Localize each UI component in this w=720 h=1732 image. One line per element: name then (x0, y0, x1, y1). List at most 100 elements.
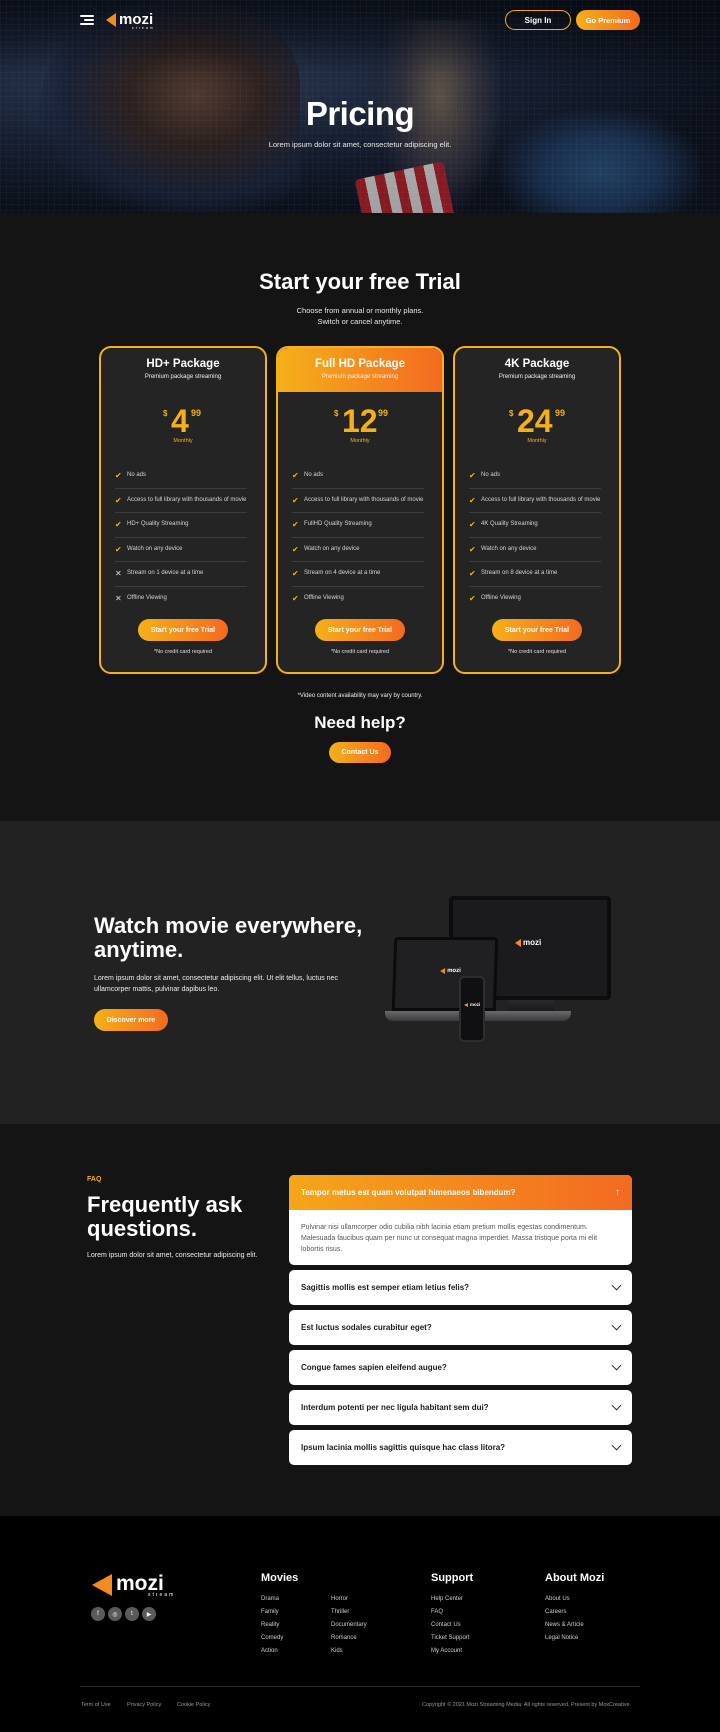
header-logo[interactable]: mozi stream (106, 12, 153, 30)
price-period: Monthly (527, 438, 547, 444)
logo-text: mozi (116, 1572, 164, 1595)
feature-item: ✔ HD+ Quality Streaming (115, 513, 247, 538)
start-trial-button[interactable]: Start your free Trial (138, 619, 228, 641)
footer-link[interactable]: Legal Notice (545, 1635, 578, 1641)
feature-text: 4K Quality Streaming (481, 521, 538, 527)
footer-link[interactable]: Thriller (331, 1609, 349, 1615)
term-of-use-link[interactable]: Term of Use (81, 1702, 111, 1708)
faq-item[interactable]: Est luctus sodales curabitur eget? (289, 1310, 632, 1345)
plan-card-hd-plus: HD+ Package Premium package streaming $ … (99, 346, 267, 674)
faq-question-header[interactable]: Tempor metus est quam volutpat himenaeos… (289, 1175, 632, 1210)
device-logo: mozi (440, 968, 461, 974)
faq-question-header[interactable]: Interdum potenti per nec ligula habitant… (289, 1390, 632, 1425)
watch-anywhere-section: Watch movie everywhere, anytime. Lorem i… (0, 821, 720, 1124)
footer-link[interactable]: Contact Us (431, 1622, 461, 1628)
chevron-down-icon (611, 1280, 622, 1291)
faq-item[interactable]: Sagittis mollis est semper etiam letius … (289, 1270, 632, 1305)
faq-item[interactable]: Ipsum lacinia mollis sagittis quisque ha… (289, 1430, 632, 1465)
start-trial-button[interactable]: Start your free Trial (315, 619, 405, 641)
discover-more-button[interactable]: Discover more (94, 1009, 168, 1031)
sign-in-button[interactable]: Sign In (505, 10, 571, 30)
faq-question-header[interactable]: Est luctus sodales curabitur eget? (289, 1310, 632, 1345)
feature-text: Stream on 1 device at a time (127, 570, 204, 576)
footer-link[interactable]: Kids (331, 1648, 343, 1654)
footer-link[interactable]: My Account (431, 1648, 462, 1654)
footer-link[interactable]: News & Article (545, 1622, 584, 1628)
footer-link[interactable]: Help Center (431, 1596, 463, 1602)
check-icon: ✔ (469, 544, 476, 554)
check-icon: ✔ (115, 471, 122, 480)
hamburger-menu-icon[interactable] (80, 15, 94, 25)
plan-tagline: Premium package streaming (498, 374, 576, 380)
start-trial-button[interactable]: Start your free Trial (492, 619, 582, 641)
pricing-subtitle-line: Switch or cancel anytime. (317, 317, 403, 326)
footer: mozi stream f ◎ t ▶ Movies Drama Family … (0, 1516, 720, 1732)
pricing-subtitle-line: Choose from annual or monthly plans. (296, 306, 424, 315)
cross-icon: ✕ (115, 569, 122, 578)
twitter-icon[interactable]: t (125, 1607, 139, 1621)
check-icon: ✔ (469, 593, 476, 603)
youtube-icon[interactable]: ▶ (142, 1607, 156, 1621)
copyright-text: Copyright © 2021 Mozi Streaming Media. A… (422, 1702, 632, 1708)
cookie-policy-link[interactable]: Cookie Policy (177, 1702, 210, 1708)
feature-item: ✔ No ads (469, 464, 601, 489)
faq-question: Est luctus sodales curabitur eget? (301, 1323, 432, 1332)
check-icon: ✔ (469, 569, 476, 578)
hero-subtitle: Lorem ipsum dolor sit amet, consectetur … (268, 140, 452, 149)
plan-price: $ 24 99 Monthly (455, 404, 619, 454)
contact-us-button[interactable]: Contact Us (329, 742, 391, 763)
plan-tagline: Premium package streaming (321, 374, 399, 380)
footer-link[interactable]: Family (261, 1609, 279, 1615)
check-icon: ✔ (292, 520, 299, 529)
footer-link[interactable]: Horror (331, 1596, 348, 1602)
footer-link[interactable]: Ticket Support (431, 1635, 469, 1641)
faq-question-header[interactable]: Ipsum lacinia mollis sagittis quisque ha… (289, 1430, 632, 1465)
feature-text: Watch on any device (481, 545, 537, 552)
arrow-up-icon: ↑ (615, 1187, 620, 1198)
feature-text: Access to full library with thousands of… (304, 496, 424, 503)
no-credit-card-note: *No credit card required (153, 649, 213, 655)
faq-tag: FAQ (87, 1176, 102, 1183)
footer-divider (80, 1686, 640, 1687)
faq-answer: Pulvinar nisi ullamcorper odio cubilia n… (301, 1224, 598, 1253)
footer-link[interactable]: Careers (545, 1609, 566, 1615)
privacy-policy-link[interactable]: Privacy Policy (127, 1702, 161, 1708)
footer-link[interactable]: Reality (261, 1622, 279, 1628)
feature-text: No ads (127, 472, 147, 478)
price-decimal: 99 (555, 408, 566, 418)
logo-triangle-icon (464, 1002, 468, 1007)
feature-item: ✔ Access to full library with thousands o… (469, 489, 601, 513)
footer-column-title: About Mozi (545, 1572, 605, 1584)
check-icon: ✔ (115, 520, 122, 529)
faq-question-header[interactable]: Sagittis mollis est semper etiam letius … (289, 1270, 632, 1305)
faq-item[interactable]: Congue fames sapien eleifend augue? (289, 1350, 632, 1385)
chevron-down-icon (611, 1320, 622, 1331)
check-icon: ✔ (292, 495, 299, 505)
faq-question: Interdum potenti per nec ligula habitant… (301, 1403, 489, 1412)
faq-question-header[interactable]: Congue fames sapien eleifend augue? (289, 1350, 632, 1385)
plan-tagline: Premium package streaming (144, 374, 222, 380)
check-icon: ✔ (292, 593, 299, 603)
cross-icon: ✕ (115, 593, 122, 603)
chevron-down-icon (611, 1400, 622, 1411)
footer-link[interactable]: Comedy (261, 1635, 283, 1641)
footer-link[interactable]: About Us (545, 1596, 570, 1602)
check-icon: ✔ (292, 569, 299, 578)
price-integer: 12 (342, 403, 378, 439)
faq-item[interactable]: Interdum potenti per nec ligula habitant… (289, 1390, 632, 1425)
go-premium-button[interactable]: Go Premium (576, 10, 640, 30)
check-icon: ✔ (469, 471, 476, 480)
footer-link[interactable]: Drama (261, 1596, 279, 1602)
footer-logo[interactable]: mozi stream (92, 1572, 173, 1598)
no-credit-card-note: *No credit card required (507, 649, 567, 655)
faq-question: Tempor metus est quam volutpat himenaeos… (301, 1188, 516, 1197)
footer-link[interactable]: Action (261, 1648, 278, 1654)
price-period: Monthly (350, 438, 370, 444)
plan-name: HD+ Package (146, 358, 220, 370)
facebook-icon[interactable]: f (91, 1607, 105, 1621)
need-help-heading: Need help? (314, 713, 406, 732)
footer-link[interactable]: FAQ (431, 1609, 443, 1615)
footer-link[interactable]: Romance (331, 1635, 357, 1641)
footer-link[interactable]: Documentary (331, 1622, 367, 1628)
instagram-icon[interactable]: ◎ (108, 1607, 122, 1621)
